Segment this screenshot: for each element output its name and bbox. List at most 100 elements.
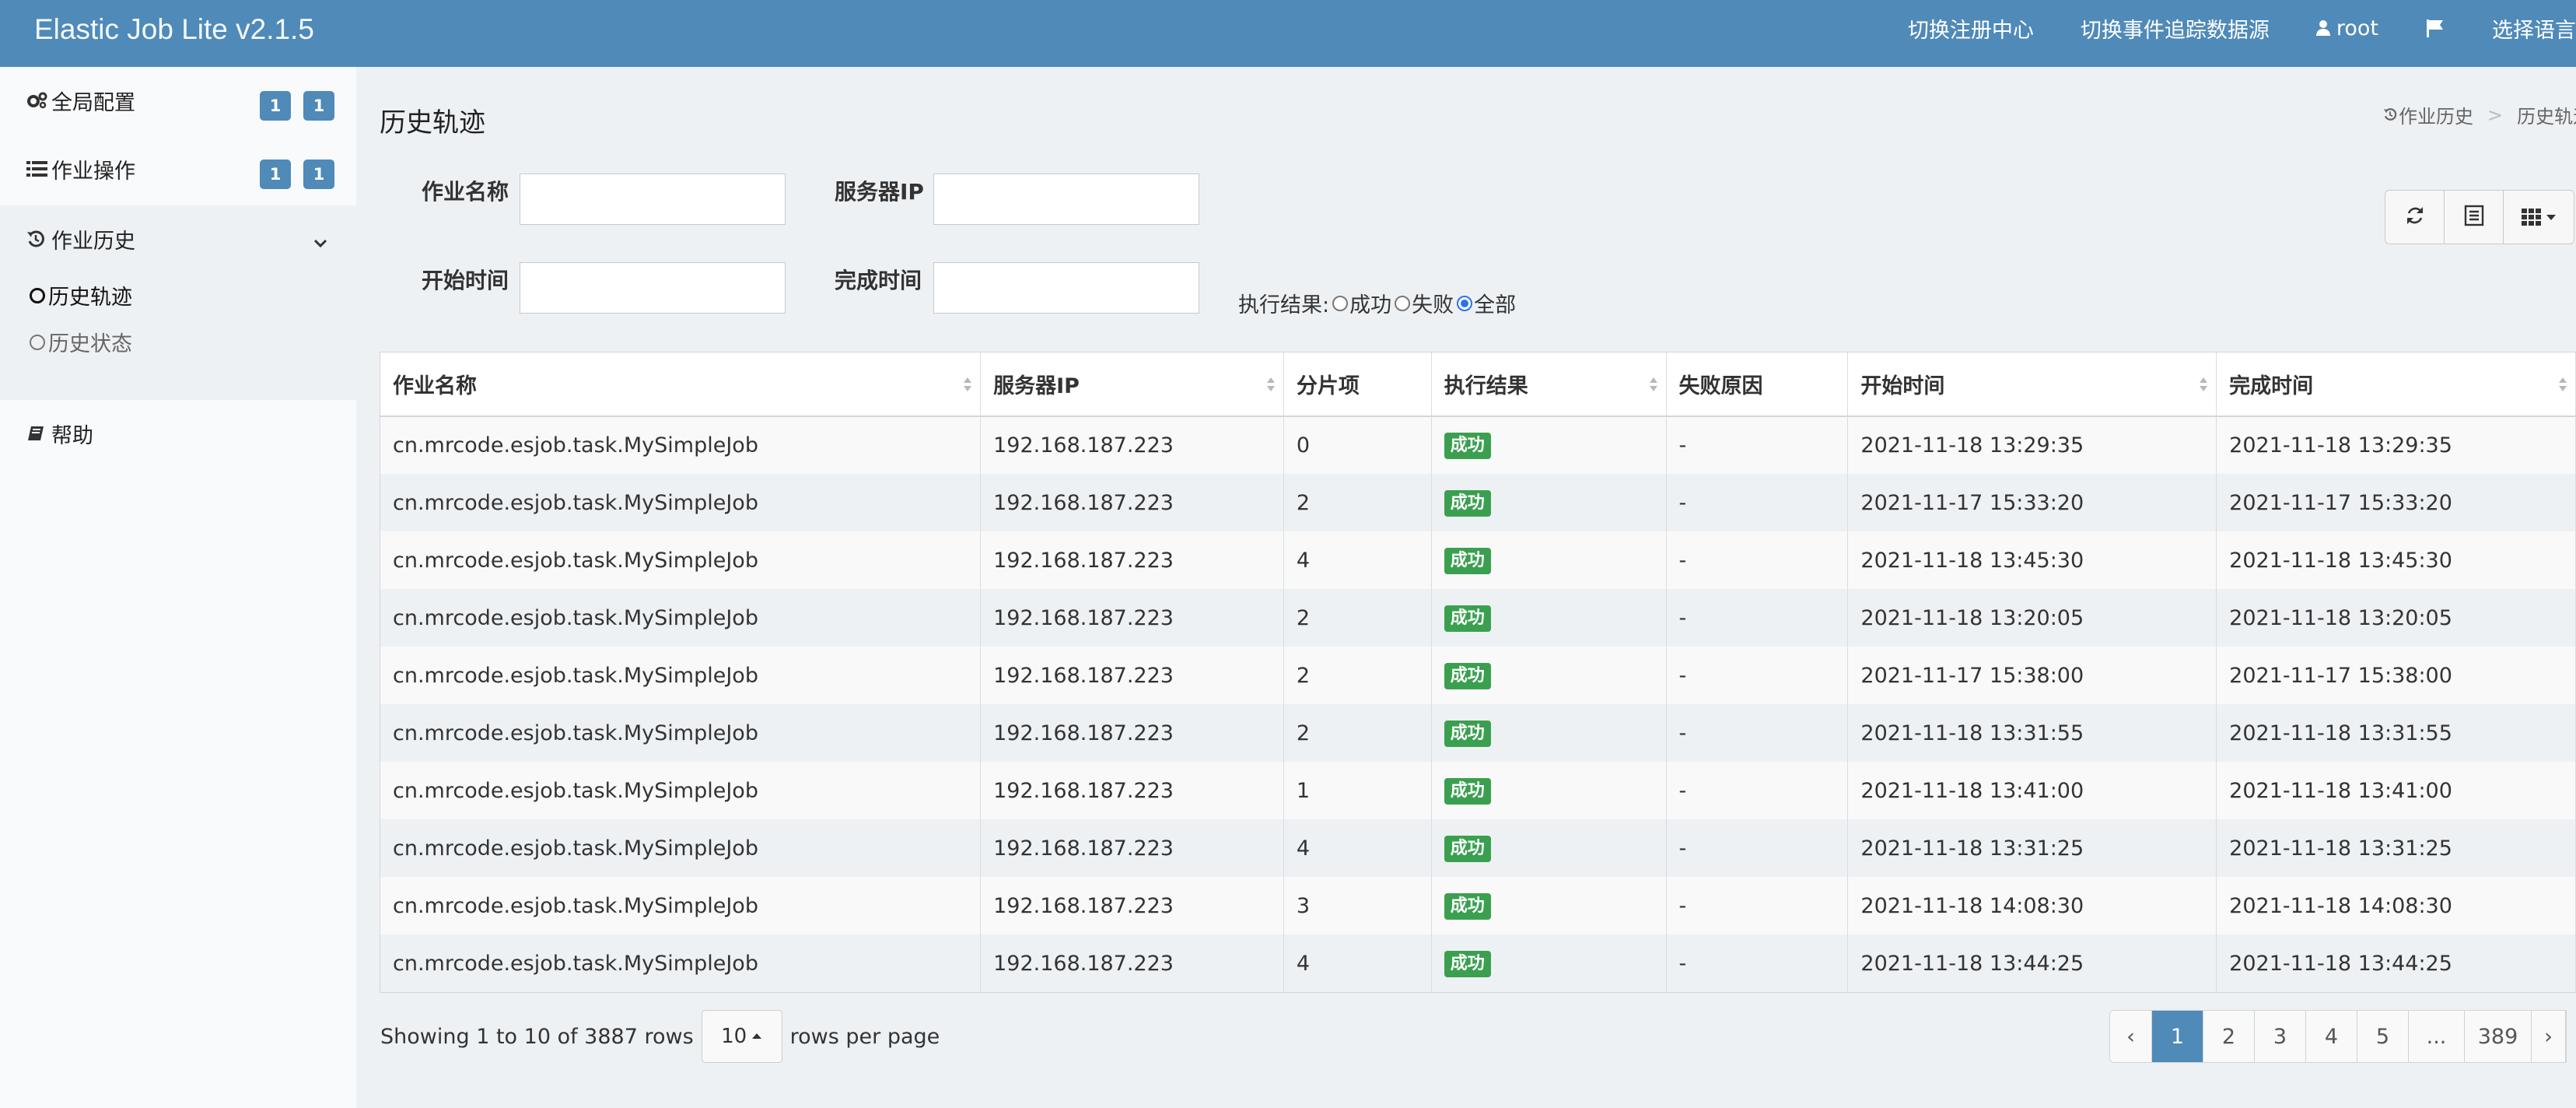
table-cell: 3 bbox=[1283, 877, 1432, 934]
column-header[interactable]: 完成时间 bbox=[2216, 352, 2576, 417]
table-cell: 成功 bbox=[1431, 474, 1667, 531]
history-table: 作业名称 服务器IP 分片项 执行结果 失败原因 开始时间 完成时间 cn.mrcode.e… bbox=[380, 352, 2576, 992]
column-header-label: 失败原因 bbox=[1678, 374, 1763, 398]
sidebar-item-label: 作业操作 bbox=[51, 159, 135, 184]
table-cell: 成功 bbox=[1431, 877, 1667, 934]
column-header[interactable]: 失败原因 bbox=[1666, 352, 1849, 417]
sidebar-item-help[interactable]: 帮助 bbox=[0, 400, 356, 467]
sidebar-item-job-history[interactable]: 作业历史 bbox=[0, 205, 356, 272]
page-size-dropdown[interactable]: 10 bbox=[701, 1010, 782, 1063]
history-icon bbox=[26, 230, 50, 248]
table-cell: - bbox=[1666, 647, 1849, 704]
table-cell: 2021-11-18 13:41:00 bbox=[1847, 762, 2217, 819]
table-cell: 2021-11-18 13:29:35 bbox=[2216, 416, 2576, 474]
sidebar-item-job-ops[interactable]: 作业操作 1 1 bbox=[0, 135, 356, 202]
result-radio-all[interactable] bbox=[1457, 295, 1473, 311]
status-badge: 成功 bbox=[1444, 720, 1491, 747]
job-name-input[interactable] bbox=[520, 174, 786, 225]
table-row[interactable]: cn.mrcode.esjob.task.MySimpleJob 192.168.… bbox=[380, 762, 2576, 819]
table-cell: - bbox=[1666, 819, 1849, 877]
page-prev-button[interactable]: ‹ bbox=[2110, 1011, 2152, 1062]
start-time-input[interactable] bbox=[520, 262, 786, 314]
result-radio-success[interactable] bbox=[1332, 295, 1349, 311]
sidebar-item-label: 全局配置 bbox=[51, 90, 135, 115]
status-badge: 成功 bbox=[1444, 835, 1491, 862]
breadcrumb: 作业历史 > 历史轨迹 bbox=[2383, 101, 2576, 128]
column-header[interactable]: 作业名称 bbox=[380, 352, 982, 417]
sidebar-subitem-history-status[interactable]: 历史状态 bbox=[30, 327, 132, 357]
page-button[interactable]: 4 bbox=[2306, 1011, 2357, 1062]
table-row[interactable]: cn.mrcode.esjob.task.MySimpleJob 192.168.… bbox=[380, 647, 2576, 704]
page-button[interactable]: 1 bbox=[2152, 1011, 2203, 1062]
page-button[interactable]: 3 bbox=[2255, 1011, 2306, 1062]
language-dropdown[interactable]: 选择语言 bbox=[2492, 13, 2576, 44]
table-toolbar bbox=[2385, 190, 2574, 244]
result-filter-radio-group: 执行结果: 成功 失败 全部 bbox=[1238, 288, 1516, 318]
page-button[interactable]: ... bbox=[2409, 1011, 2465, 1062]
table-cell: 2021-11-18 14:08:30 bbox=[1847, 877, 2217, 934]
table-row[interactable]: cn.mrcode.esjob.task.MySimpleJob 192.168.… bbox=[380, 531, 2576, 589]
toggle-view-button[interactable] bbox=[2445, 191, 2504, 244]
complete-time-label: 完成时间 bbox=[835, 268, 922, 293]
table-row[interactable]: cn.mrcode.esjob.task.MySimpleJob 192.168.… bbox=[380, 474, 2576, 531]
server-ip-input[interactable] bbox=[933, 174, 1199, 225]
complete-time-input[interactable] bbox=[933, 262, 1199, 314]
table-cell: cn.mrcode.esjob.task.MySimpleJob bbox=[380, 819, 982, 877]
table-row[interactable]: cn.mrcode.esjob.task.MySimpleJob 192.168.… bbox=[380, 416, 2576, 474]
table-row[interactable]: cn.mrcode.esjob.task.MySimpleJob 192.168.… bbox=[380, 934, 2576, 992]
column-header-label: 作业名称 bbox=[393, 374, 477, 398]
page-button[interactable]: 389 bbox=[2465, 1011, 2532, 1062]
grid-icon bbox=[2521, 207, 2557, 227]
flag-icon bbox=[2425, 18, 2445, 38]
table-cell: 成功 bbox=[1431, 934, 1667, 992]
flag-button[interactable] bbox=[2425, 18, 2445, 38]
column-header[interactable]: 服务器IP bbox=[980, 352, 1284, 417]
history-table-container: 作业名称 服务器IP 分片项 执行结果 失败原因 开始时间 完成时间 cn.mrcode.e… bbox=[380, 352, 2576, 993]
table-cell: 4 bbox=[1283, 819, 1432, 877]
column-header[interactable]: 分片项 bbox=[1283, 352, 1432, 417]
breadcrumb-item-current: 历史轨迹 bbox=[2517, 106, 2576, 128]
page-next-button[interactable]: › bbox=[2532, 1011, 2566, 1062]
refresh-button[interactable] bbox=[2385, 191, 2445, 244]
table-cell: 192.168.187.223 bbox=[980, 762, 1284, 819]
columns-dropdown-button[interactable] bbox=[2504, 191, 2574, 244]
refresh-icon bbox=[2404, 205, 2426, 230]
count-badge: 1 bbox=[303, 160, 334, 189]
job-name-label: 作业名称 bbox=[422, 179, 509, 205]
table-row[interactable]: cn.mrcode.esjob.task.MySimpleJob 192.168.… bbox=[380, 704, 2576, 762]
breadcrumb-separator: > bbox=[2487, 103, 2504, 126]
table-cell: 2021-11-17 15:38:00 bbox=[2216, 647, 2576, 704]
table-cell: - bbox=[1666, 934, 1849, 992]
column-header[interactable]: 开始时间 bbox=[1847, 352, 2217, 417]
table-cell: 2 bbox=[1283, 589, 1432, 647]
user-menu[interactable]: root bbox=[2315, 16, 2378, 40]
page-button[interactable]: 5 bbox=[2357, 1011, 2409, 1062]
sidebar-subitem-history-trace[interactable]: 历史轨迹 bbox=[30, 280, 132, 310]
table-row[interactable]: cn.mrcode.esjob.task.MySimpleJob 192.168.… bbox=[380, 589, 2576, 647]
table-row[interactable]: cn.mrcode.esjob.task.MySimpleJob 192.168.… bbox=[380, 877, 2576, 934]
list-alt-icon bbox=[2464, 205, 2484, 230]
table-cell: 4 bbox=[1283, 531, 1432, 589]
sidebar: 全局配置 1 1 作业操作 1 1 作业历史 历史轨迹 历史状态 帮助 bbox=[0, 67, 356, 1108]
column-header[interactable]: 执行结果 bbox=[1431, 352, 1667, 417]
result-filter-label: 执行结果: bbox=[1238, 293, 1330, 317]
table-row[interactable]: cn.mrcode.esjob.task.MySimpleJob 192.168.… bbox=[380, 819, 2576, 877]
table-cell: - bbox=[1666, 762, 1849, 819]
table-cell: 成功 bbox=[1431, 416, 1667, 474]
table-cell: cn.mrcode.esjob.task.MySimpleJob bbox=[380, 704, 982, 762]
table-cell: 192.168.187.223 bbox=[980, 819, 1284, 877]
table-cell: 2021-11-17 15:38:00 bbox=[1847, 647, 2217, 704]
sidebar-group-job-history: 作业历史 历史轨迹 历史状态 bbox=[0, 205, 356, 400]
switch-datasource-link[interactable]: 切换事件追踪数据源 bbox=[2081, 13, 2270, 44]
page-button[interactable]: 2 bbox=[2203, 1011, 2255, 1062]
count-badge: 1 bbox=[303, 91, 334, 121]
table-cell: 192.168.187.223 bbox=[980, 934, 1284, 992]
result-radio-failure[interactable] bbox=[1395, 295, 1411, 311]
switch-registry-link[interactable]: 切换注册中心 bbox=[1908, 13, 2034, 44]
sidebar-item-global-config[interactable]: 全局配置 1 1 bbox=[0, 67, 356, 134]
brand-title[interactable]: Elastic Job Lite v2.1.5 bbox=[34, 0, 314, 67]
column-header-label: 分片项 bbox=[1296, 374, 1360, 398]
table-cell: 2021-11-18 13:31:25 bbox=[2216, 819, 2576, 877]
breadcrumb-item[interactable]: 作业历史 bbox=[2399, 101, 2473, 128]
table-body: cn.mrcode.esjob.task.MySimpleJob 192.168.… bbox=[380, 416, 2576, 992]
